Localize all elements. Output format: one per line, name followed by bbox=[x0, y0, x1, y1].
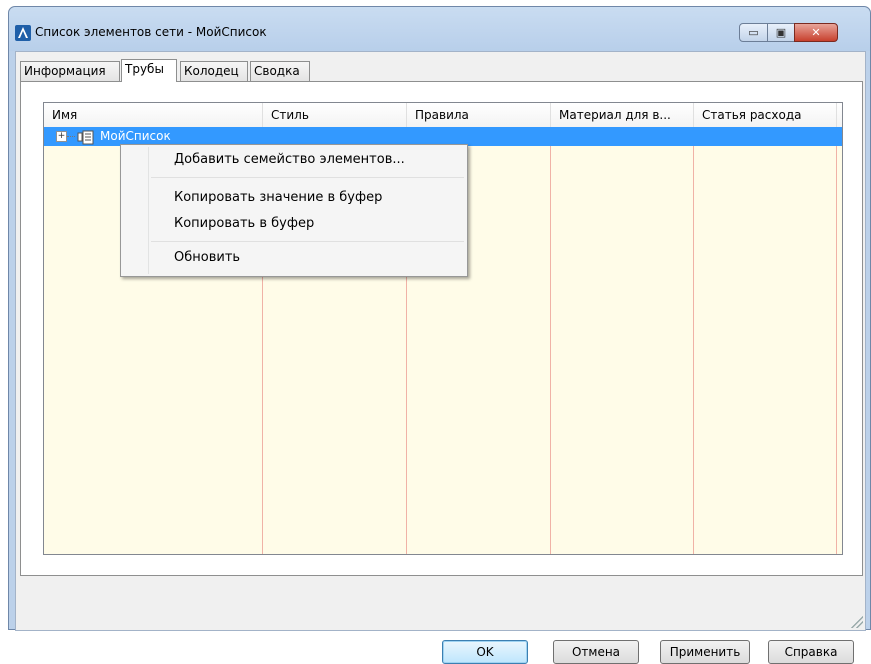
menu-item-refresh[interactable]: Обновить bbox=[174, 250, 240, 265]
column-divider bbox=[693, 127, 694, 554]
tab-label: Сводка bbox=[254, 64, 300, 78]
ok-button[interactable]: OK bbox=[442, 640, 528, 664]
button-label: Применить bbox=[669, 645, 741, 659]
menu-item-add-part-family[interactable]: Добавить семейство элементов... bbox=[174, 152, 405, 167]
tree-connector bbox=[67, 136, 75, 137]
menu-item-copy-value[interactable]: Копировать значение в буфер bbox=[174, 190, 382, 205]
column-header-material[interactable]: Материал для в... bbox=[551, 103, 694, 127]
close-icon: ✕ bbox=[811, 26, 821, 39]
tab-label: Трубы bbox=[125, 62, 164, 76]
apply-button[interactable]: Применить bbox=[660, 640, 750, 664]
column-header-name[interactable]: Имя bbox=[44, 103, 263, 127]
cancel-button[interactable]: Отмена bbox=[553, 640, 639, 664]
column-header-label: Статья расхода bbox=[702, 108, 802, 122]
resize-grip[interactable] bbox=[851, 616, 863, 628]
maximize-icon: ▣ bbox=[775, 26, 787, 39]
button-label: Справка bbox=[784, 645, 838, 659]
menu-separator bbox=[151, 241, 464, 242]
minimize-button[interactable]: ▭ bbox=[739, 23, 768, 42]
maximize-button[interactable]: ▣ bbox=[767, 23, 795, 42]
tree-root-label[interactable]: МойСписок bbox=[100, 129, 171, 144]
help-button[interactable]: Справка bbox=[768, 640, 854, 664]
title-bar[interactable]: Список элементов сети - МойСписок ▭ ▣ ✕ bbox=[9, 7, 870, 51]
column-header-label: Материал для в... bbox=[559, 108, 671, 122]
menu-separator bbox=[151, 177, 464, 178]
tab-label: Колодец bbox=[184, 64, 239, 78]
column-header-label: Имя bbox=[52, 108, 78, 122]
tab-information[interactable]: Информация bbox=[20, 61, 120, 81]
network-list-icon bbox=[77, 130, 94, 145]
grid-header: Имя Стиль Правила Материал для в... Стат… bbox=[44, 103, 842, 128]
tree-expand-icon[interactable]: + bbox=[56, 131, 67, 142]
context-menu: Добавить семейство элементов... Копирова… bbox=[120, 144, 468, 277]
column-header-label: Стиль bbox=[271, 108, 309, 122]
button-label: OK bbox=[476, 645, 494, 659]
column-divider bbox=[836, 127, 837, 554]
app-logo-icon bbox=[15, 25, 31, 41]
dialog-client-area: Информация Трубы Колодец Сводка Имя Стил… bbox=[15, 51, 866, 664]
close-button[interactable]: ✕ bbox=[794, 23, 838, 42]
column-header-rules[interactable]: Правила bbox=[407, 103, 551, 127]
tab-pipes[interactable]: Трубы bbox=[121, 59, 177, 82]
column-header-label: Правила bbox=[415, 108, 469, 122]
dialog-window: Список элементов сети - МойСписок ▭ ▣ ✕ … bbox=[8, 6, 871, 664]
column-divider bbox=[550, 127, 551, 554]
menu-icon-gutter bbox=[148, 147, 149, 274]
tab-manhole[interactable]: Колодец bbox=[180, 61, 248, 81]
minimize-icon: ▭ bbox=[748, 26, 759, 39]
column-header-style[interactable]: Стиль bbox=[263, 103, 407, 127]
button-label: Отмена bbox=[571, 645, 621, 659]
tab-label: Информация bbox=[24, 64, 106, 78]
column-header-pay-item[interactable]: Статья расхода bbox=[694, 103, 837, 127]
window-title: Список элементов сети - МойСписок bbox=[35, 25, 267, 39]
menu-item-copy-to-clipboard[interactable]: Копировать в буфер bbox=[174, 216, 314, 231]
tab-summary[interactable]: Сводка bbox=[250, 61, 310, 81]
